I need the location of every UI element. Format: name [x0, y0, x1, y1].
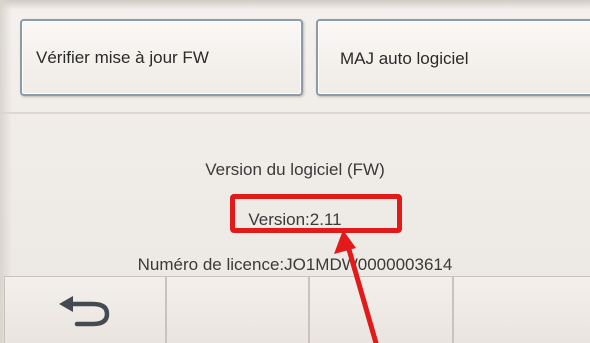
- auto-update-button[interactable]: MAJ auto logiciel: [316, 19, 590, 96]
- license-number: Numéro de licence:JO1MDW0000003614: [137, 255, 453, 274]
- auto-update-label: MAJ auto logiciel: [340, 49, 469, 68]
- screen-top-shadow: [0, 0, 590, 10]
- bottom-nav-bar: [4, 276, 590, 343]
- bottom-nav-slot-3[interactable]: [309, 276, 453, 343]
- check-fw-update-button[interactable]: Vérifier mise à jour FW: [20, 19, 303, 96]
- bottom-nav-slot-2[interactable]: [166, 276, 309, 343]
- software-version-title: Version du logiciel (FW): [205, 160, 385, 179]
- version-highlight-box: [230, 194, 402, 233]
- back-button[interactable]: [4, 276, 166, 343]
- device-screen: Vérifier mise à jour FW MAJ auto logicie…: [0, 0, 590, 343]
- return-arrow-icon: [55, 295, 115, 329]
- section-divider: [0, 112, 590, 114]
- bottom-nav-slot-4[interactable]: [453, 276, 590, 343]
- check-fw-update-label: Vérifier mise à jour FW: [36, 47, 209, 67]
